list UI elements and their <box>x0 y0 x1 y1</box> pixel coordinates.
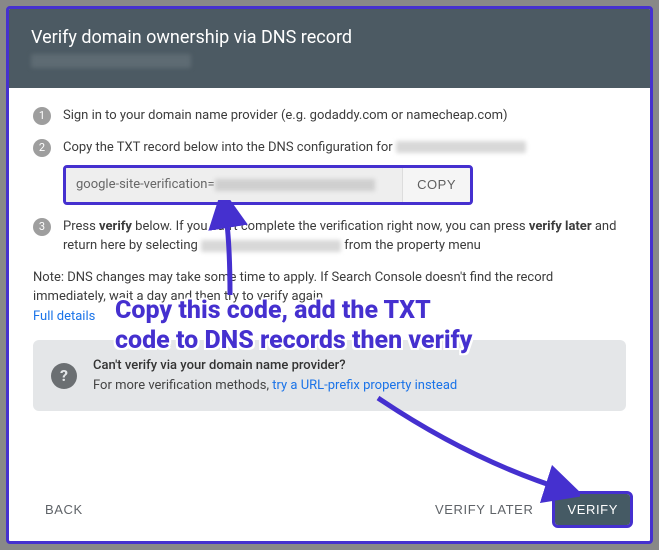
step-number: 2 <box>33 139 51 157</box>
url-prefix-link[interactable]: try a URL-prefix property instead <box>272 378 457 393</box>
verify-button[interactable]: VERIFY <box>555 494 630 525</box>
step-1-text: Sign in to your domain name provider (e.… <box>63 106 626 126</box>
modal-content: 1 Sign in to your domain name provider (… <box>9 88 650 480</box>
dns-note: Note: DNS changes may take some time to … <box>33 268 626 327</box>
modal-title: Verify domain ownership via DNS record <box>31 27 628 48</box>
verify-domain-modal: Verify domain ownership via DNS record 1… <box>6 6 653 544</box>
verify-later-button[interactable]: VERIFY LATER <box>423 494 545 525</box>
question-icon: ? <box>51 363 77 389</box>
step-2: 2 Copy the TXT record below into the DNS… <box>33 138 626 205</box>
alt-method-title: Can't verify via your domain name provid… <box>93 356 457 376</box>
txt-record-row: google-site-verification= COPY <box>63 165 473 205</box>
modal-header: Verify domain ownership via DNS record <box>9 9 650 88</box>
redacted-domain <box>396 141 526 153</box>
redacted-property <box>201 240 341 252</box>
redacted-token <box>215 179 375 191</box>
txt-record-prefix: google-site-verification= <box>76 177 215 192</box>
alt-method-text: Can't verify via your domain name provid… <box>93 356 457 395</box>
step-2-text: Copy the TXT record below into the DNS c… <box>63 140 396 155</box>
modal-subtitle-redacted <box>31 54 191 68</box>
steps-list: 1 Sign in to your domain name provider (… <box>33 106 626 256</box>
step-3-text: Press verify below. If you can't complet… <box>63 217 626 256</box>
copy-button[interactable]: COPY <box>402 168 470 202</box>
step-1: 1 Sign in to your domain name provider (… <box>33 106 626 126</box>
txt-record-value[interactable]: google-site-verification= <box>66 168 402 202</box>
modal-footer: BACK VERIFY LATER VERIFY <box>9 480 650 541</box>
step-number: 1 <box>33 107 51 125</box>
step-number: 3 <box>33 218 51 236</box>
alt-method-box: ? Can't verify via your domain name prov… <box>33 340 626 411</box>
note-text: Note: DNS changes may take some time to … <box>33 270 553 305</box>
back-button[interactable]: BACK <box>33 494 95 525</box>
step-2-body: Copy the TXT record below into the DNS c… <box>63 138 626 205</box>
full-details-link[interactable]: Full details <box>33 309 95 324</box>
step-3: 3 Press verify below. If you can't compl… <box>33 217 626 256</box>
